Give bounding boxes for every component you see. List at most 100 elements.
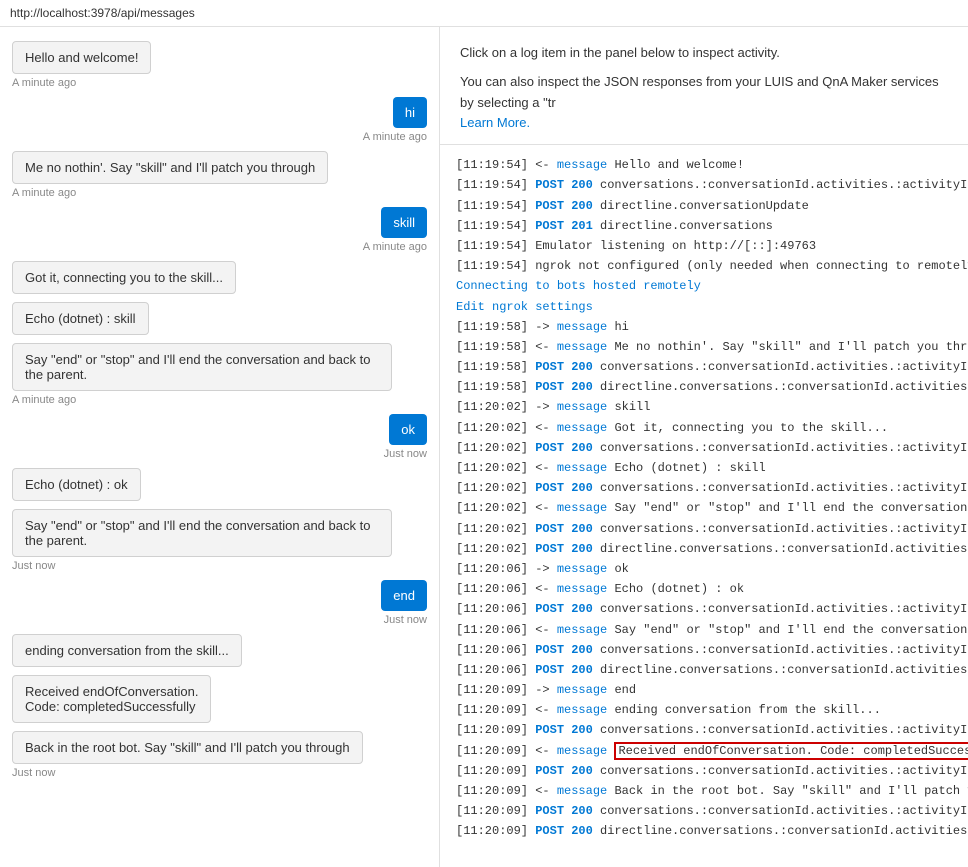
bubble-user: ok (389, 414, 427, 445)
log-line: [11:20:02] <- message Got it, connecting… (456, 419, 952, 438)
log-post[interactable]: POST 200 (535, 804, 593, 818)
log-panel: Click on a log item in the panel below t… (440, 27, 968, 867)
log-line: [11:19:54] ngrok not configured (only ne… (456, 257, 952, 276)
log-post[interactable]: POST 200 (535, 522, 593, 536)
log-line: [11:20:02] POST 200 conversations.:conve… (456, 479, 952, 498)
chat-message-bot: Say "end" or "stop" and I'll end the con… (12, 509, 427, 572)
timestamp: Just now (12, 560, 55, 572)
log-post[interactable]: POST 200 (535, 764, 593, 778)
log-message-link[interactable]: message (557, 340, 607, 354)
bubble-bot: Echo (dotnet) : ok (12, 468, 141, 501)
log-line: [11:20:02] POST 200 conversations.:conve… (456, 520, 952, 539)
chat-message-bot: Hello and welcome!A minute ago (12, 41, 427, 89)
timestamp: A minute ago (12, 394, 76, 406)
log-message-link[interactable]: message (557, 744, 607, 758)
chat-message-user: end Just now (12, 580, 427, 626)
log-post[interactable]: POST 200 (535, 441, 593, 455)
log-post[interactable]: POST 200 (535, 602, 593, 616)
log-post[interactable]: POST 200 (535, 663, 593, 677)
log-info: Click on a log item in the panel below t… (440, 27, 968, 145)
chat-message-bot: Echo (dotnet) : skill (12, 302, 427, 335)
log-post[interactable]: POST 200 (535, 199, 593, 213)
log-line: [11:20:09] POST 200 conversations.:conve… (456, 721, 952, 740)
log-post[interactable]: POST 200 (535, 824, 593, 838)
log-line: [11:20:09] <- message Received endOfConv… (456, 742, 952, 761)
chat-message-bot: Say "end" or "stop" and I'll end the con… (12, 343, 427, 406)
log-line: [11:19:54] POST 200 conversations.:conve… (456, 176, 952, 195)
bubble-bot: Got it, connecting you to the skill... (12, 261, 236, 294)
timestamp: A minute ago (363, 131, 427, 143)
log-link-item[interactable]: Connecting to bots hosted remotely (456, 279, 701, 293)
log-message-link[interactable]: message (557, 400, 607, 414)
log-line: [11:20:09] <- message ending conversatio… (456, 701, 952, 720)
log-line: [11:20:09] POST 200 conversations.:conve… (456, 762, 952, 781)
log-line: [11:20:02] <- message Say "end" or "stop… (456, 499, 952, 518)
log-info-line1: Click on a log item in the panel below t… (460, 43, 948, 64)
log-post[interactable]: POST 200 (535, 481, 593, 495)
bubble-bot: Echo (dotnet) : skill (12, 302, 149, 335)
bubble-bot: Me no nothin'. Say "skill" and I'll patc… (12, 151, 328, 184)
log-line: [11:20:09] POST 200 conversations.:conve… (456, 802, 952, 821)
chat-message-user: ok Just now (12, 414, 427, 460)
bubble-bot: ending conversation from the skill... (12, 634, 242, 667)
chat-message-bot: Echo (dotnet) : ok (12, 468, 427, 501)
log-message-link[interactable]: message (557, 501, 607, 515)
log-line: [11:20:09] POST 200 directline.conversat… (456, 822, 952, 841)
log-message-link[interactable]: message (557, 784, 607, 798)
log-line: Edit ngrok settings (456, 298, 952, 317)
learn-more-link[interactable]: Learn More. (460, 113, 948, 134)
chat-message-user: skill A minute ago (12, 207, 427, 253)
log-line: Connecting to bots hosted remotely (456, 277, 952, 296)
log-line: [11:20:02] <- message Echo (dotnet) : sk… (456, 459, 952, 478)
timestamp: Just now (12, 767, 55, 779)
log-post[interactable]: POST 200 (535, 380, 593, 394)
log-message-link[interactable]: message (557, 158, 607, 172)
log-line: [11:19:54] POST 200 directline.conversat… (456, 197, 952, 216)
bubble-bot: Received endOfConversation. Code: comple… (12, 675, 211, 723)
api-url: http://localhost:3978/api/messages (10, 6, 195, 20)
log-post[interactable]: POST 200 (535, 643, 593, 657)
log-post[interactable]: POST 200 (535, 723, 593, 737)
bubble-user: skill (381, 207, 427, 238)
log-line: [11:19:54] POST 201 directline.conversat… (456, 217, 952, 236)
log-line: [11:19:58] -> message hi (456, 318, 952, 337)
log-line: [11:19:58] POST 200 directline.conversat… (456, 378, 952, 397)
log-line: [11:20:06] -> message ok (456, 560, 952, 579)
log-message-link[interactable]: message (557, 421, 607, 435)
bubble-bot: Back in the root bot. Say "skill" and I'… (12, 731, 363, 764)
timestamp: A minute ago (363, 241, 427, 253)
log-line: [11:20:06] POST 200 conversations.:conve… (456, 641, 952, 660)
chat-message-bot: Received endOfConversation. Code: comple… (12, 675, 427, 723)
log-info-line2: You can also inspect the JSON responses … (460, 72, 948, 114)
log-line: [11:20:02] POST 200 directline.conversat… (456, 540, 952, 559)
chat-message-bot: Back in the root bot. Say "skill" and I'… (12, 731, 427, 779)
timestamp: Just now (384, 614, 427, 626)
log-post[interactable]: POST 201 (535, 219, 593, 233)
bubble-bot: Hello and welcome! (12, 41, 151, 74)
log-link-item[interactable]: Edit ngrok settings (456, 300, 593, 314)
log-message-link[interactable]: message (557, 461, 607, 475)
chat-message-bot: Me no nothin'. Say "skill" and I'll patc… (12, 151, 427, 199)
log-line: [11:20:09] <- message Back in the root b… (456, 782, 952, 801)
bubble-user: end (381, 580, 427, 611)
log-line: [11:20:06] <- message Say "end" or "stop… (456, 621, 952, 640)
bubble-bot: Say "end" or "stop" and I'll end the con… (12, 343, 392, 391)
log-post[interactable]: POST 200 (535, 360, 593, 374)
log-message-link[interactable]: message (557, 623, 607, 637)
chat-message-bot: ending conversation from the skill... (12, 634, 427, 667)
log-line: [11:20:02] -> message skill (456, 398, 952, 417)
log-line: [11:19:54] <- message Hello and welcome! (456, 156, 952, 175)
log-message-link[interactable]: message (557, 703, 607, 717)
log-message-link[interactable]: message (557, 320, 607, 334)
log-line: [11:19:58] <- message Me no nothin'. Say… (456, 338, 952, 357)
log-message-link[interactable]: message (557, 562, 607, 576)
log-post[interactable]: POST 200 (535, 542, 593, 556)
timestamp: Just now (384, 448, 427, 460)
log-line: [11:19:54] Emulator listening on http://… (456, 237, 952, 256)
log-line: [11:20:02] POST 200 conversations.:conve… (456, 439, 952, 458)
log-message-link[interactable]: message (557, 683, 607, 697)
log-message-link[interactable]: message (557, 582, 607, 596)
log-content: [11:19:54] <- message Hello and welcome!… (440, 145, 968, 867)
log-line: [11:20:06] <- message Echo (dotnet) : ok (456, 580, 952, 599)
log-post[interactable]: POST 200 (535, 178, 593, 192)
